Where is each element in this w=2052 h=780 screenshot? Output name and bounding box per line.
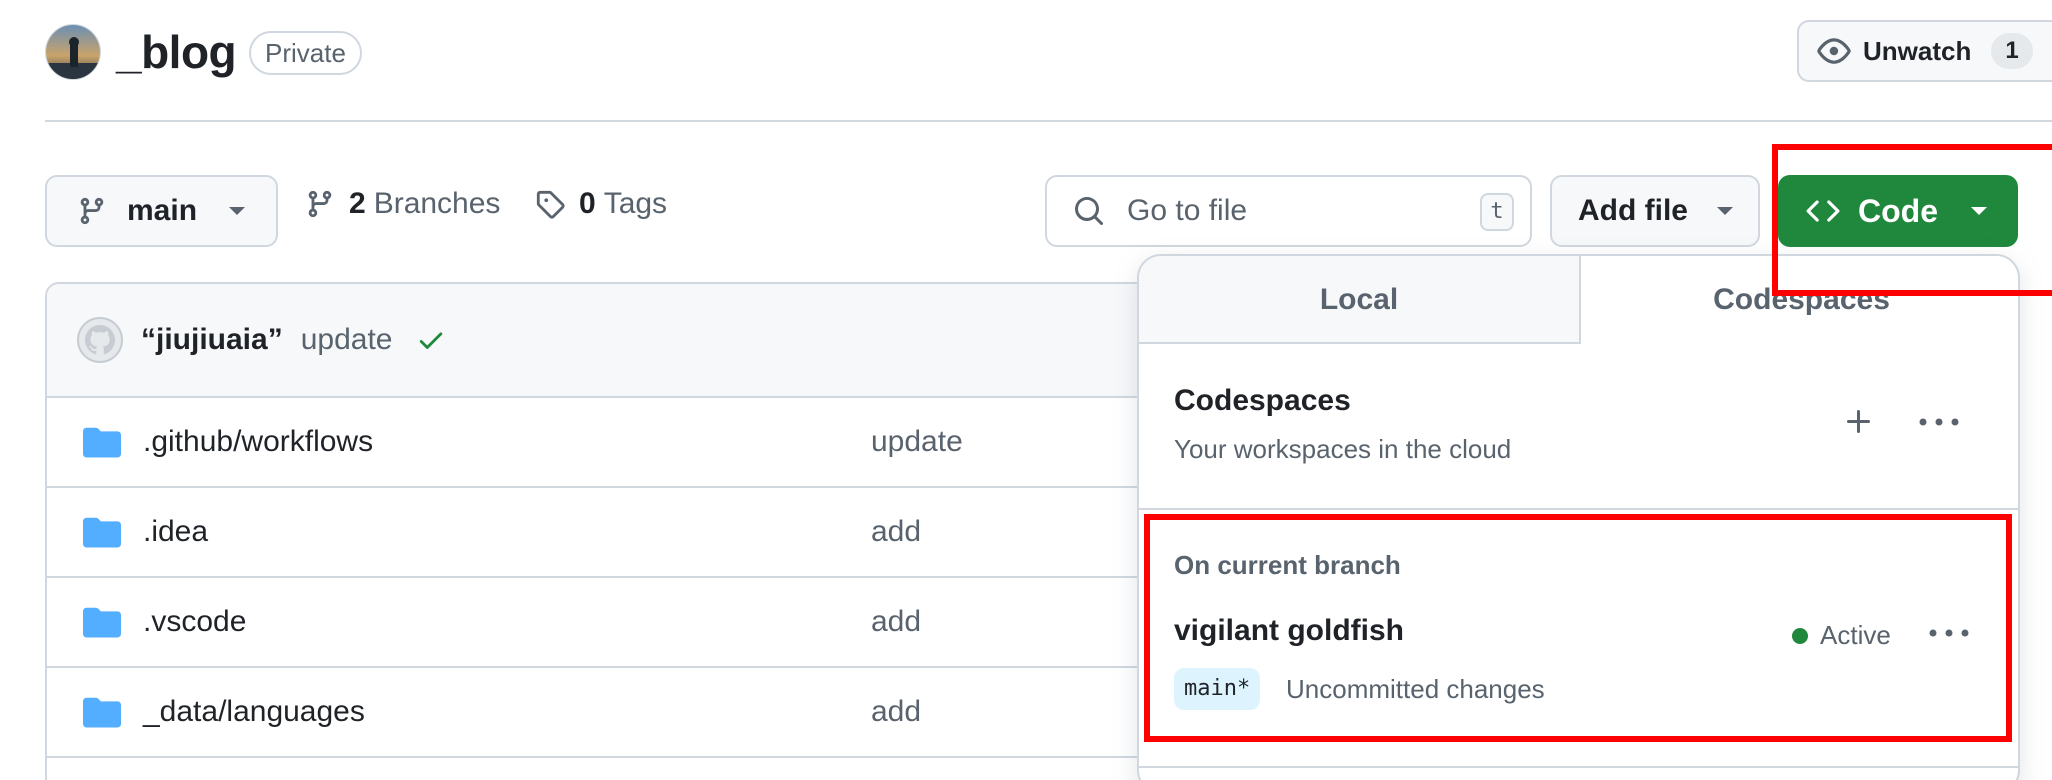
code-button-highlight bbox=[1772, 144, 2052, 296]
branches-label: Branches bbox=[373, 187, 501, 220]
search-placeholder: Go to file bbox=[1127, 194, 1248, 227]
file-name[interactable]: .github/workflows bbox=[143, 425, 373, 459]
section-divider bbox=[1139, 766, 2018, 768]
commit-author-avatar[interactable] bbox=[77, 317, 123, 363]
tab-local[interactable]: Local bbox=[1139, 256, 1581, 344]
add-file-label: Add file bbox=[1578, 194, 1688, 227]
chevron-down-icon bbox=[1716, 206, 1734, 216]
folder-icon bbox=[83, 515, 121, 549]
codespaces-heading: Codespaces bbox=[1174, 384, 1351, 417]
branch-selector-button[interactable]: main bbox=[45, 175, 278, 247]
folder-icon bbox=[83, 605, 121, 639]
chevron-down-icon bbox=[228, 206, 246, 216]
current-branch-highlight bbox=[1144, 514, 2012, 742]
file-commit-message[interactable]: update bbox=[871, 425, 963, 459]
tags-link[interactable]: 0 Tags bbox=[535, 187, 667, 221]
file-commit-message[interactable]: add bbox=[871, 515, 921, 549]
repo-owner-avatar[interactable] bbox=[45, 24, 101, 80]
file-commit-message[interactable]: add bbox=[871, 695, 921, 729]
folder-icon bbox=[83, 695, 121, 729]
visibility-badge: Private bbox=[249, 31, 362, 75]
header-divider bbox=[45, 120, 2052, 122]
check-icon[interactable] bbox=[416, 325, 446, 355]
branches-count: 2 bbox=[349, 187, 366, 220]
file-name[interactable]: _data/languages bbox=[143, 695, 365, 729]
branch-name: main bbox=[127, 194, 198, 227]
tags-label: Tags bbox=[603, 187, 668, 220]
tag-icon bbox=[535, 189, 565, 219]
commit-message[interactable]: update bbox=[301, 323, 393, 357]
more-options-icon[interactable] bbox=[1919, 418, 1959, 426]
shortcut-key-hint: t bbox=[1480, 193, 1514, 231]
folder-icon bbox=[83, 425, 121, 459]
repo-name[interactable]: _blog bbox=[116, 24, 237, 80]
add-file-button[interactable]: Add file bbox=[1550, 175, 1760, 247]
git-branch-icon bbox=[77, 196, 107, 226]
file-commit-message[interactable]: add bbox=[871, 605, 921, 639]
file-name[interactable]: .idea bbox=[143, 515, 208, 549]
search-icon bbox=[1073, 195, 1105, 227]
go-to-file-input[interactable]: Go to file t bbox=[1045, 175, 1532, 247]
codespaces-subtitle: Your workspaces in the cloud bbox=[1174, 434, 1512, 464]
commit-author[interactable]: “jiujiuaia” bbox=[141, 323, 283, 357]
section-divider bbox=[1139, 508, 2018, 510]
plus-icon[interactable] bbox=[1843, 406, 1875, 438]
branches-link[interactable]: 2 Branches bbox=[305, 187, 500, 221]
watch-count-badge: 1 bbox=[1991, 33, 2033, 69]
git-branch-icon bbox=[305, 189, 335, 219]
unwatch-label: Unwatch bbox=[1863, 35, 1972, 66]
file-name[interactable]: .vscode bbox=[143, 605, 246, 639]
unwatch-button[interactable]: Unwatch 1 bbox=[1797, 20, 2052, 82]
eye-icon bbox=[1817, 34, 1851, 68]
tags-count: 0 bbox=[579, 187, 596, 220]
